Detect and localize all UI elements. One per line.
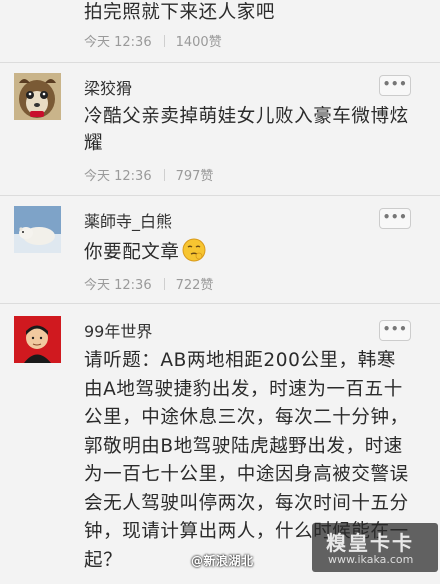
pondering-face-emoji: [182, 238, 206, 262]
comment-time: 今天 12:36: [84, 35, 152, 50]
comment-time: 今天 12:36: [84, 169, 152, 184]
comment-text: 冷酷父亲卖掉萌娃女儿败入豪车微博炫耀: [84, 106, 409, 154]
username[interactable]: 梁狡猾: [84, 75, 132, 99]
comment-text-content: 你要配文章: [84, 242, 180, 263]
comment-meta: 今天 12:36 722赞: [84, 274, 213, 293]
avatar-image: [14, 206, 61, 253]
more-options-button[interactable]: •••: [379, 75, 411, 96]
site-logo-name: 糗皇卡卡: [326, 531, 414, 555]
like-count[interactable]: 1400赞: [176, 31, 222, 50]
comment-text: 你要配文章: [84, 238, 414, 266]
like-count[interactable]: 722赞: [176, 274, 214, 293]
username[interactable]: 薬師寺_白熊: [84, 208, 172, 232]
comment-time: 今天 12:36: [84, 278, 152, 293]
meta-divider: [163, 277, 165, 290]
avatar[interactable]: [14, 73, 61, 120]
avatar-image: [14, 0, 61, 4]
comment-item: 薬師寺_白熊 ••• 你要配文章 今天 12:36 722赞: [0, 196, 440, 304]
avatar-image: [14, 316, 61, 363]
comment-item: 梁狡猾 ••• 冷酷父亲卖掉萌娃女儿败入豪车微博炫耀 今天 12:36 797赞: [0, 63, 440, 196]
comment-feed: 拍完照就下来还人家吧 今天 12:36 1400赞 梁狡猾 ••• 冷酷父亲卖掉…: [0, 0, 440, 574]
site-logo-url: www.ikaka.com: [328, 553, 414, 566]
avatar[interactable]: [14, 0, 61, 4]
comment-text: 拍完照就下来还人家吧: [84, 2, 276, 23]
more-options-button[interactable]: •••: [379, 208, 411, 229]
more-options-button[interactable]: •••: [379, 320, 411, 341]
username[interactable]: 99年世界: [84, 318, 152, 342]
site-logo-badge: 糗皇卡卡 www.ikaka.com: [312, 523, 438, 572]
meta-divider: [163, 168, 165, 181]
like-count[interactable]: 797赞: [176, 165, 214, 184]
meta-divider: [163, 34, 165, 47]
comment-meta: 今天 12:36 1400赞: [84, 31, 222, 50]
comment-item: 拍完照就下来还人家吧 今天 12:36 1400赞: [0, 0, 440, 63]
weibo-watermark: @新浪湖北: [191, 554, 254, 568]
avatar[interactable]: [14, 206, 61, 253]
avatar-image: [14, 73, 61, 120]
avatar[interactable]: [14, 316, 61, 363]
comment-meta: 今天 12:36 797赞: [84, 165, 213, 184]
